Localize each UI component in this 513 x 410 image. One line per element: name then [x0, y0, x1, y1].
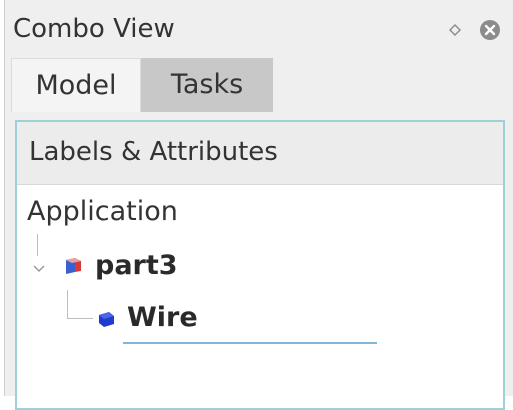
float-icon[interactable] — [448, 22, 462, 36]
tab-tasks[interactable]: Tasks — [141, 58, 273, 112]
tree-branch-line — [37, 234, 38, 256]
model-tree[interactable]: Labels & Attributes Application part3 Wi… — [15, 120, 505, 410]
part-icon — [61, 254, 85, 282]
tab-model-label: Model — [35, 70, 117, 101]
chevron-down-icon[interactable] — [31, 260, 47, 279]
close-icon[interactable] — [479, 19, 501, 41]
wire-shape-icon — [95, 308, 117, 334]
tree-item-part3[interactable]: part3 — [95, 250, 178, 281]
tab-model[interactable]: Model — [11, 58, 141, 112]
combo-view-panel: Combo View Model Tasks Labels & Attribut… — [4, 0, 513, 410]
dock-title: Combo View — [13, 14, 175, 44]
tree-header[interactable]: Labels & Attributes — [17, 122, 503, 185]
tree-branch-line — [67, 290, 68, 318]
tree-header-label: Labels & Attributes — [29, 137, 278, 167]
tree-root-application[interactable]: Application — [27, 196, 178, 227]
tab-tasks-label: Tasks — [170, 69, 244, 100]
rename-edit-underline[interactable] — [123, 342, 377, 344]
tree-item-wire[interactable]: Wire — [127, 302, 198, 333]
dock-titlebar[interactable]: Combo View — [5, 0, 513, 58]
tree-branch-line — [67, 318, 93, 319]
